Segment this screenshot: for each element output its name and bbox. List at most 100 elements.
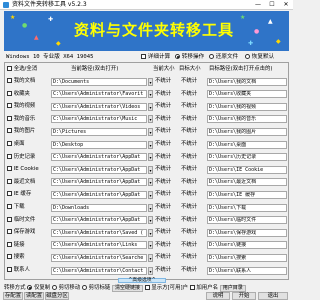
folder-name[interactable]: 联系人 <box>7 266 49 275</box>
target-path-field[interactable]: D:\Users\临时文件 <box>207 216 287 225</box>
row-checkbox[interactable] <box>7 103 12 109</box>
folder-name[interactable]: 保存游戏 <box>7 228 49 237</box>
find-user-checkbox[interactable] <box>189 285 195 290</box>
folder-name[interactable]: IE 缓存 <box>7 190 49 199</box>
disk-partition-button[interactable]: 磁盘分区 <box>45 292 69 300</box>
current-path-field[interactable]: D:\Downloads <box>51 203 147 212</box>
folder-name[interactable]: IE Cookie <box>7 165 49 174</box>
row-checkbox[interactable] <box>7 191 12 197</box>
browse-button[interactable]: ▾ <box>148 178 153 187</box>
browse-button[interactable]: ▾ <box>148 90 153 99</box>
row-checkbox[interactable] <box>7 204 12 209</box>
browse-button[interactable]: ▾ <box>148 165 153 174</box>
row-checkbox[interactable] <box>7 153 12 159</box>
folder-name[interactable]: 下载 <box>7 203 49 212</box>
folder-name[interactable]: 桌面 <box>7 140 49 149</box>
show-hidden-checkbox[interactable] <box>144 285 150 290</box>
current-path-field[interactable]: C:\Users\Administrator\Music <box>51 115 147 124</box>
recovery-radio[interactable] <box>245 54 250 59</box>
advanced-options-toggle[interactable]: ^高级选项^ <box>118 278 166 283</box>
select-all-checkbox[interactable] <box>7 66 12 71</box>
row-checkbox[interactable] <box>7 216 12 222</box>
browse-button[interactable]: ▾ <box>148 140 153 149</box>
row-checkbox[interactable] <box>7 241 12 247</box>
row-checkbox[interactable] <box>7 229 12 235</box>
browse-button[interactable]: ▾ <box>148 216 153 225</box>
browse-button[interactable]: ▾ <box>148 203 153 212</box>
row-checkbox[interactable] <box>7 254 12 260</box>
folder-name[interactable]: 历史记录 <box>7 153 49 162</box>
folder-name[interactable]: 临时文件 <box>7 216 49 225</box>
folder-name[interactable]: 我的图片 <box>7 127 49 136</box>
save-config-button[interactable]: 存配置 <box>3 292 23 300</box>
method-copy-radio[interactable] <box>27 285 33 290</box>
mode-restore[interactable]: 还原文件 <box>209 53 238 61</box>
browse-button[interactable]: ▾ <box>148 190 153 199</box>
current-path-field[interactable]: C:\Users\Administrator\AppDat <box>51 216 147 225</box>
current-path-field[interactable]: C:\Users\Administrator\Saved ( <box>51 228 147 237</box>
target-path-field[interactable]: D:\Users\最近文档 <box>207 178 287 187</box>
current-path-field[interactable]: C:\Users\Administrator\AppDat <box>51 165 147 174</box>
target-path-field[interactable]: D:\Users\IE 缓存 <box>207 190 287 199</box>
maximize-button[interactable]: ☐ <box>265 0 279 10</box>
mode-recovery[interactable]: 恢复默认 <box>245 53 274 61</box>
row-checkbox[interactable] <box>7 178 12 184</box>
browse-button[interactable]: ▾ <box>148 115 153 124</box>
folder-name[interactable]: 我的音乐 <box>7 115 49 124</box>
current-path-field[interactable]: D:\Documents <box>51 77 147 86</box>
target-path-field[interactable]: D:\Users\联系人 <box>207 266 287 275</box>
browse-button[interactable]: ▾ <box>148 153 153 162</box>
start-button[interactable]: 开始 <box>232 292 256 300</box>
target-path-field[interactable]: D:\Users\IE Cookie <box>207 165 287 174</box>
folder-name[interactable]: 我的视频 <box>7 102 49 111</box>
target-path-field[interactable]: D:\Users\我的图片 <box>207 127 287 136</box>
browse-button[interactable]: ▾ <box>148 102 153 111</box>
browse-button[interactable]: ▾ <box>148 127 153 136</box>
current-path-field[interactable]: C:\Users\Administrator\AppDat <box>51 153 147 162</box>
browse-button[interactable]: ▾ <box>148 241 153 250</box>
mode-transfer[interactable]: 转移操作 <box>175 53 204 61</box>
row-checkbox[interactable] <box>7 90 12 96</box>
row-checkbox[interactable] <box>7 115 12 121</box>
method-link-radio[interactable] <box>81 285 87 290</box>
current-path-field[interactable]: C:\Users\Administrator\Links <box>51 241 147 250</box>
row-checkbox[interactable] <box>7 128 12 134</box>
detail-checkbox[interactable] <box>141 54 146 59</box>
target-path-field[interactable]: D:\Users\保存游戏 <box>207 228 287 237</box>
folder-name[interactable]: 最近文档 <box>7 178 49 187</box>
row-checkbox[interactable] <box>7 78 12 83</box>
row-checkbox[interactable] <box>7 267 12 272</box>
transfer-radio[interactable] <box>175 54 180 59</box>
row-checkbox[interactable] <box>7 141 12 146</box>
folder-name[interactable]: 我的文档 <box>7 77 49 86</box>
exit-button[interactable]: 退出 <box>258 292 288 300</box>
current-path-field[interactable]: C:\Users\Administrator\Contact <box>51 266 147 275</box>
row-checkbox[interactable] <box>7 166 12 172</box>
browse-button[interactable]: ▾ <box>148 77 153 86</box>
current-path-field[interactable]: C:\Users\Administrator\AppDat <box>51 190 147 199</box>
current-path-field[interactable]: D:\Desktop <box>51 140 147 149</box>
target-path-field[interactable]: D:\Users\我的音乐 <box>207 115 287 124</box>
minimize-button[interactable]: — <box>251 0 265 10</box>
folder-name[interactable]: 搜索 <box>7 253 49 262</box>
browse-button[interactable]: ▾ <box>148 228 153 237</box>
mode-detail[interactable]: 详细计算 <box>141 53 170 61</box>
clear-hardlink-button[interactable]: 清空硬链接 <box>111 285 143 292</box>
restore-radio[interactable] <box>209 54 214 59</box>
current-path-field[interactable]: C:\Users\Administrator\Searche <box>51 253 147 262</box>
target-path-field[interactable]: D:\Users\下载 <box>207 203 287 212</box>
current-path-field[interactable]: C:\Users\Administrator\AppDat <box>51 178 147 187</box>
target-path-field[interactable]: D:\Users\搜索 <box>207 253 287 262</box>
target-path-field[interactable]: D:\Users\收藏夹 <box>207 90 287 99</box>
current-path-field[interactable]: C:\Users\Administrator\Favorit <box>51 90 147 99</box>
browse-button[interactable]: ▾ <box>148 266 153 275</box>
current-path-field[interactable]: C:\Users\Administrator\Videos <box>51 102 147 111</box>
folder-name[interactable]: 收藏夹 <box>7 90 49 99</box>
target-path-field[interactable]: D:\Users\链接 <box>207 241 287 250</box>
explain-button[interactable]: 说明 <box>206 292 230 300</box>
read-config-button[interactable]: 读配置 <box>24 292 44 300</box>
target-path-field[interactable]: D:\Users\我的文档 <box>207 77 287 86</box>
current-path-field[interactable]: D:\Pictures <box>51 127 147 136</box>
folder-name[interactable]: 链接 <box>7 241 49 250</box>
close-button[interactable]: ✕ <box>279 0 293 10</box>
